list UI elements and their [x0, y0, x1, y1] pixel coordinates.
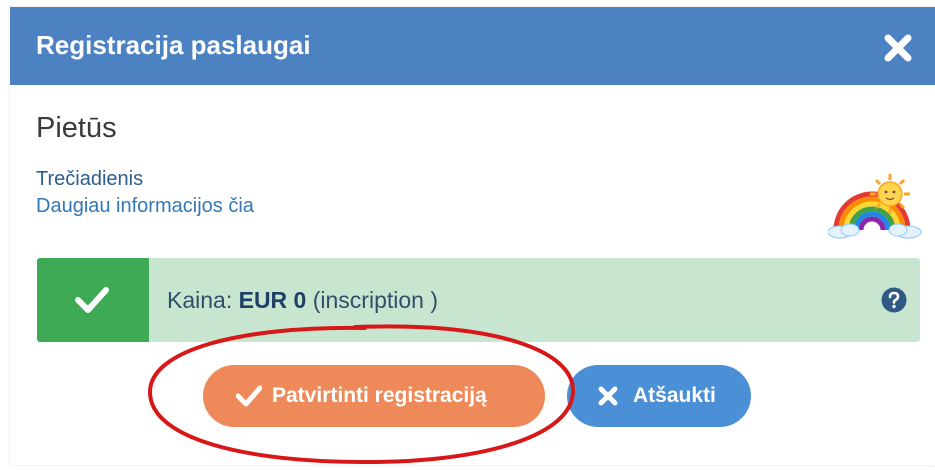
- close-icon: [884, 34, 912, 62]
- times-icon: [598, 386, 618, 406]
- registration-dialog: Registracija paslaugai Pietūs Trečiadien…: [10, 7, 935, 465]
- rainbow-sun-icon: [828, 174, 922, 239]
- more-info-link[interactable]: Daugiau informacijos čia: [36, 194, 254, 218]
- cancel-label: Atšaukti: [633, 384, 716, 407]
- service-day: Trečiadienis: [36, 168, 144, 190]
- price-status-box: [37, 258, 149, 342]
- price-note: (inscription ): [306, 287, 439, 313]
- cancel-button[interactable]: Atšaukti: [567, 365, 751, 427]
- price-amount: EUR 0: [238, 287, 307, 313]
- price-alert: Kaina: EUR 0 (inscription ): [37, 258, 920, 342]
- check-icon: [75, 287, 109, 313]
- help-button[interactable]: [881, 287, 907, 313]
- close-button[interactable]: [881, 31, 915, 65]
- confirm-label: Patvirtinti registraciją: [272, 384, 487, 407]
- dialog-title: Registracija paslaugai: [36, 30, 311, 60]
- check-icon: [236, 385, 262, 407]
- dialog-header: Registracija paslaugai: [10, 7, 935, 85]
- price-text: Kaina: EUR 0 (inscription ): [167, 258, 438, 342]
- service-name: Pietūs: [36, 112, 117, 144]
- price-label: Kaina:: [167, 287, 239, 313]
- question-circle-icon: [881, 287, 907, 313]
- confirm-registration-button[interactable]: Patvirtinti registraciją: [203, 365, 545, 427]
